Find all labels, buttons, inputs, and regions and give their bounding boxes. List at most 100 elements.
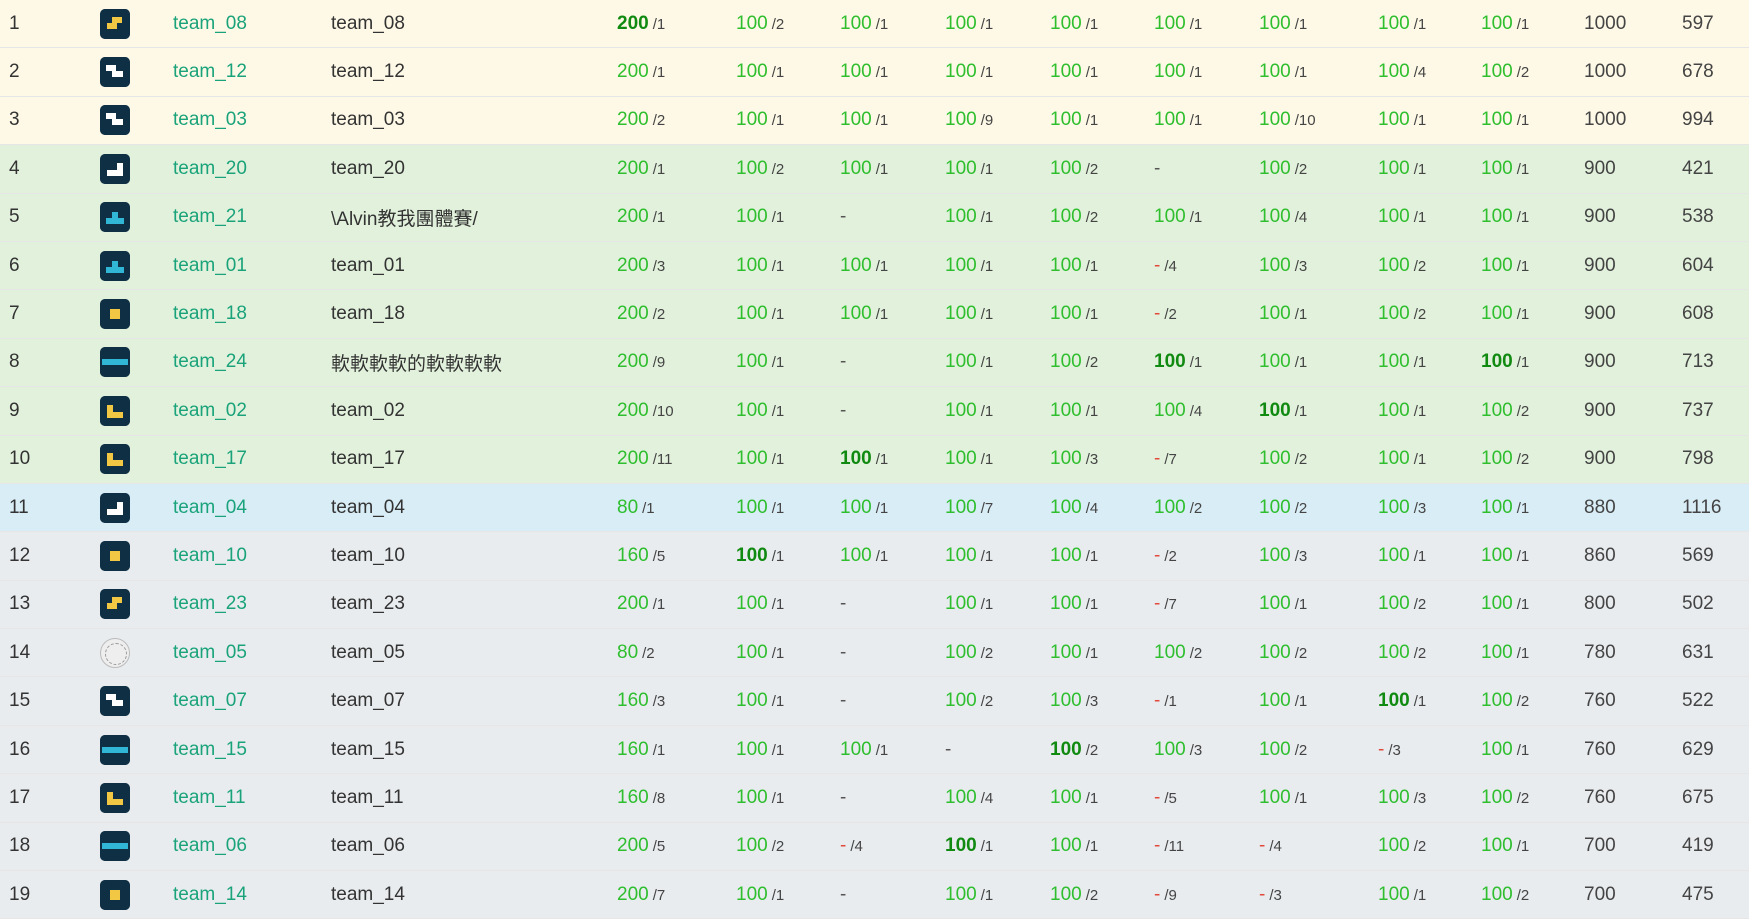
team-cell[interactable]: team_01 — [173, 241, 331, 291]
problem-tries: /1 — [1294, 402, 1308, 420]
problem-tries: /5 — [1164, 789, 1177, 807]
rank-cell: 16 — [0, 725, 100, 775]
team-link[interactable]: team_04 — [173, 497, 247, 518]
problem-score: 100 — [1378, 109, 1410, 131]
problem-score: - — [840, 786, 847, 808]
rank-value: 13 — [9, 593, 31, 615]
team-link[interactable]: team_15 — [173, 739, 247, 760]
problem-cell: 100/1 — [1050, 531, 1154, 581]
team-cell[interactable]: team_21 — [173, 193, 331, 242]
problem-tries: /1 — [771, 596, 785, 614]
penalty-time: 419 — [1682, 835, 1714, 857]
team-cell[interactable]: team_12 — [173, 47, 331, 97]
team-link[interactable]: team_07 — [173, 690, 247, 711]
problem-score: 80 — [617, 496, 639, 518]
problem-cell: 100/1 — [1050, 628, 1154, 678]
team-cell[interactable]: team_05 — [173, 628, 331, 678]
team-link[interactable]: team_02 — [173, 400, 247, 421]
team-cell[interactable]: team_18 — [173, 289, 331, 339]
problem-score: 200 — [617, 351, 649, 373]
team-link[interactable]: team_12 — [173, 61, 247, 82]
rank-cell: 12 — [0, 531, 100, 581]
team-link[interactable]: team_20 — [173, 158, 247, 179]
team-cell[interactable]: team_06 — [173, 822, 331, 872]
problem-cell: -/5 — [1154, 773, 1259, 823]
team-cell[interactable]: team_24 — [173, 338, 331, 388]
team-link[interactable]: team_18 — [173, 303, 247, 324]
rank-cell: 10 — [0, 435, 100, 484]
problem-cell: 100/1 — [736, 773, 840, 823]
penalty-time: 631 — [1682, 641, 1714, 663]
team-link[interactable]: team_21 — [173, 206, 247, 227]
problem-tries: /1 — [1294, 789, 1308, 807]
rank-value: 14 — [9, 641, 31, 663]
problem-cell: 200/1 — [617, 47, 736, 97]
team-cell[interactable]: team_07 — [173, 676, 331, 726]
penalty-time: 994 — [1682, 109, 1714, 131]
team-link[interactable]: team_06 — [173, 835, 247, 856]
problem-tries: /11 — [652, 451, 673, 469]
team-link[interactable]: team_01 — [173, 255, 247, 276]
problem-tries: /2 — [771, 15, 785, 33]
team-cell[interactable]: team_15 — [173, 725, 331, 775]
problem-score: 100 — [1050, 206, 1082, 228]
team-link[interactable]: team_14 — [173, 884, 247, 905]
team-link[interactable]: team_08 — [173, 13, 247, 34]
problem-score: - — [1154, 786, 1161, 808]
problem-cell: 100/1 — [840, 47, 945, 97]
problem-tries: /1 — [1516, 306, 1530, 324]
problem-score: 100 — [736, 835, 768, 857]
team-link[interactable]: team_03 — [173, 109, 247, 130]
display-name-cell: team_02 — [331, 386, 617, 436]
team-link[interactable]: team_24 — [173, 351, 247, 372]
problem-cell: 100/2 — [1050, 870, 1154, 919]
problem-score: 80 — [617, 641, 639, 663]
team-link[interactable]: team_23 — [173, 593, 247, 614]
display-name-cell: team_04 — [331, 483, 617, 533]
team-link[interactable]: team_10 — [173, 545, 247, 566]
team-link[interactable]: team_05 — [173, 642, 247, 663]
problem-cell: 160/3 — [617, 676, 736, 726]
team-cell[interactable]: team_14 — [173, 870, 331, 919]
problem-score: 100 — [1259, 738, 1291, 760]
problem-cell: 100/1 — [945, 338, 1050, 388]
problem-tries: /1 — [652, 209, 666, 227]
problem-score: 200 — [617, 12, 649, 34]
problem-tries: /7 — [652, 886, 666, 904]
team-cell[interactable]: team_03 — [173, 96, 331, 146]
display-name-cell: team_10 — [331, 531, 617, 581]
display-name-cell: team_12 — [331, 47, 617, 97]
problem-cell: 100/3 — [1050, 676, 1154, 726]
team-cell[interactable]: team_17 — [173, 435, 331, 484]
problem-tries: /2 — [1189, 499, 1203, 517]
team-cell[interactable]: team_10 — [173, 531, 331, 581]
team-link[interactable]: team_11 — [173, 787, 246, 808]
problem-score: - — [840, 883, 847, 905]
problem-cell: 100/1 — [1259, 580, 1378, 630]
problem-score: 100 — [840, 157, 872, 179]
team-link[interactable]: team_17 — [173, 448, 247, 469]
team-cell[interactable]: team_04 — [173, 483, 331, 533]
logo-cell — [100, 531, 173, 581]
problem-score: 100 — [1259, 786, 1291, 808]
problem-cell: 200/2 — [617, 96, 736, 146]
problem-cell: 100/1 — [945, 144, 1050, 194]
problem-score: 100 — [1259, 351, 1291, 373]
team-cell[interactable]: team_08 — [173, 0, 331, 49]
problem-score: 100 — [1050, 786, 1082, 808]
total-score-cell: 1000 — [1584, 0, 1682, 49]
team-cell[interactable]: team_11 — [173, 773, 331, 823]
display-name-cell: team_18 — [331, 289, 617, 339]
team-cell[interactable]: team_02 — [173, 386, 331, 436]
total-score: 1000 — [1584, 109, 1627, 131]
team-cell[interactable]: team_23 — [173, 580, 331, 630]
problem-tries: /1 — [1413, 160, 1427, 178]
penalty-time: 713 — [1682, 351, 1714, 373]
problem-cell: 100/4 — [1050, 483, 1154, 533]
problem-cell: 100/1 — [1481, 531, 1584, 581]
problem-tries: /2 — [1164, 306, 1177, 324]
total-score: 700 — [1584, 835, 1616, 857]
rank-cell: 17 — [0, 773, 100, 823]
table-row: 13 team_23 team_23 200/1 100/1-100/1 100/1-/7… — [0, 580, 1749, 630]
team-cell[interactable]: team_20 — [173, 144, 331, 194]
